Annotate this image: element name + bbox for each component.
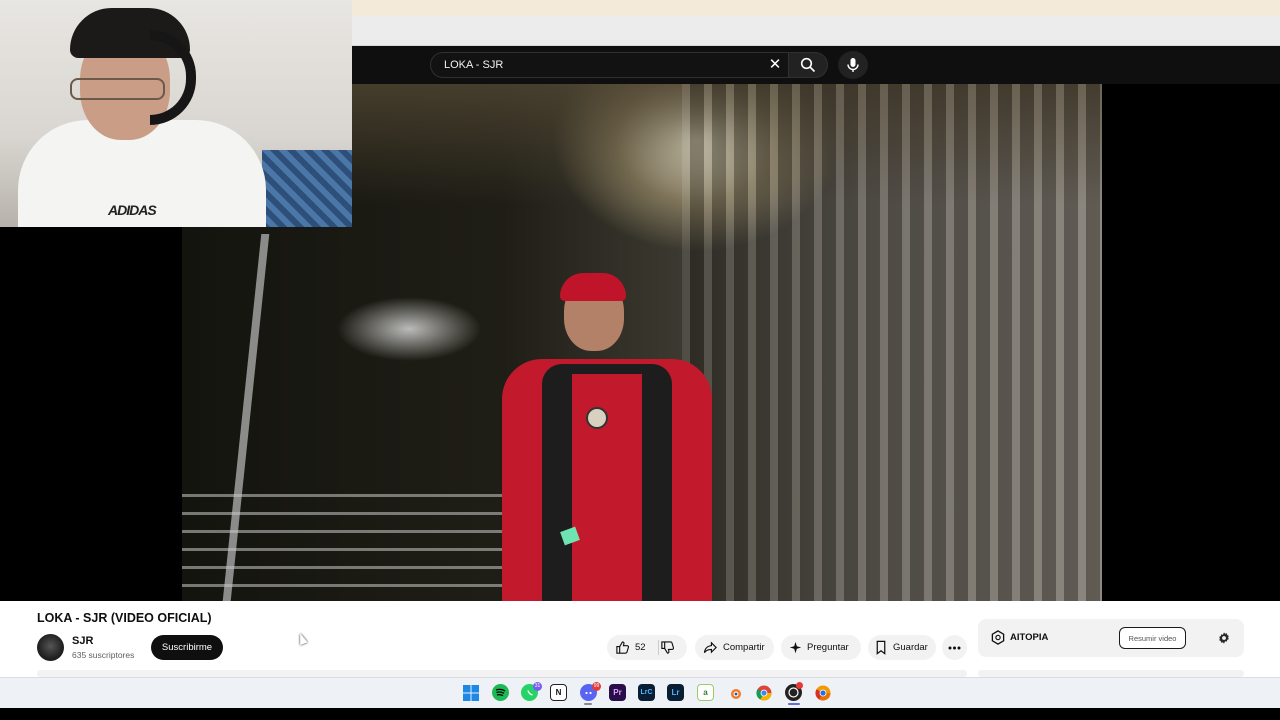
webcam-overlay: ADIDAS xyxy=(0,0,352,227)
windows-start-icon[interactable] xyxy=(462,684,479,701)
description-preview[interactable] xyxy=(37,670,967,677)
ask-label: Preguntar xyxy=(807,642,849,653)
microphone-icon xyxy=(847,58,859,72)
active-app-indicator-2 xyxy=(584,703,592,705)
voice-search-button[interactable] xyxy=(838,51,868,79)
channel-name[interactable]: SJR xyxy=(72,635,93,647)
gear-icon[interactable] xyxy=(1217,631,1231,645)
ask-button[interactable]: Preguntar xyxy=(781,635,861,660)
bookmark-icon xyxy=(876,640,886,655)
screen-bottom-bar xyxy=(0,708,1280,720)
search-icon xyxy=(800,57,816,73)
chrome-icon[interactable] xyxy=(755,684,772,701)
summarize-video-button[interactable]: Resumir video xyxy=(1119,627,1186,649)
video-scene-wall xyxy=(682,84,1102,601)
save-button[interactable]: Guardar xyxy=(868,635,936,660)
video-performer xyxy=(482,273,712,601)
like-count: 52 xyxy=(635,642,646,653)
share-button[interactable]: Compartir xyxy=(695,635,774,660)
clear-search-icon[interactable]: ✕ xyxy=(766,56,784,74)
share-icon xyxy=(703,641,717,654)
aitopia-logo-icon xyxy=(991,630,1005,645)
video-title: LOKA - SJR (VIDEO OFICIAL) xyxy=(37,611,212,625)
shirt-logo: ADIDAS xyxy=(108,202,157,218)
blender-icon[interactable] xyxy=(726,684,743,701)
thumbs-up-icon[interactable] xyxy=(615,640,630,655)
save-label: Guardar xyxy=(893,642,928,653)
subscriber-count: 635 suscriptores xyxy=(72,650,135,660)
chrome-canary-icon[interactable] xyxy=(814,684,831,701)
like-divider xyxy=(658,640,659,655)
sparkle-icon xyxy=(789,641,802,654)
search-button[interactable] xyxy=(788,52,828,78)
notion-icon[interactable]: N xyxy=(550,684,567,701)
subscribe-button[interactable]: Suscribirme xyxy=(151,635,223,660)
lightroom-classic-icon[interactable]: LrC xyxy=(638,684,655,701)
channel-avatar[interactable] xyxy=(37,634,64,661)
lightroom-icon[interactable]: Lr xyxy=(667,684,684,701)
video-scene-railing xyxy=(182,494,502,601)
thumbs-down-icon[interactable] xyxy=(660,640,675,655)
side-panel-preview xyxy=(978,670,1244,677)
screen: LOKA - SJR ✕ ADIDAS LOKA - SJR (VIDEO OF xyxy=(0,0,1280,720)
more-actions-button[interactable] xyxy=(942,635,967,660)
obs-recording-dot xyxy=(796,682,803,689)
spotify-icon[interactable] xyxy=(492,684,509,701)
aitopia-label: AITOPIA xyxy=(1010,632,1049,643)
share-label: Compartir xyxy=(723,642,765,653)
android-studio-icon[interactable]: a xyxy=(697,684,714,701)
discord-badge: 99 xyxy=(592,682,601,691)
like-dislike-group: 52 xyxy=(607,635,687,660)
active-app-indicator xyxy=(788,703,800,705)
search-input[interactable]: LOKA - SJR xyxy=(430,52,788,78)
premiere-pro-icon[interactable]: Pr xyxy=(609,684,626,701)
more-horizontal-icon xyxy=(948,646,961,649)
whatsapp-badge: 31 xyxy=(533,682,542,691)
search-query: LOKA - SJR xyxy=(444,59,504,71)
